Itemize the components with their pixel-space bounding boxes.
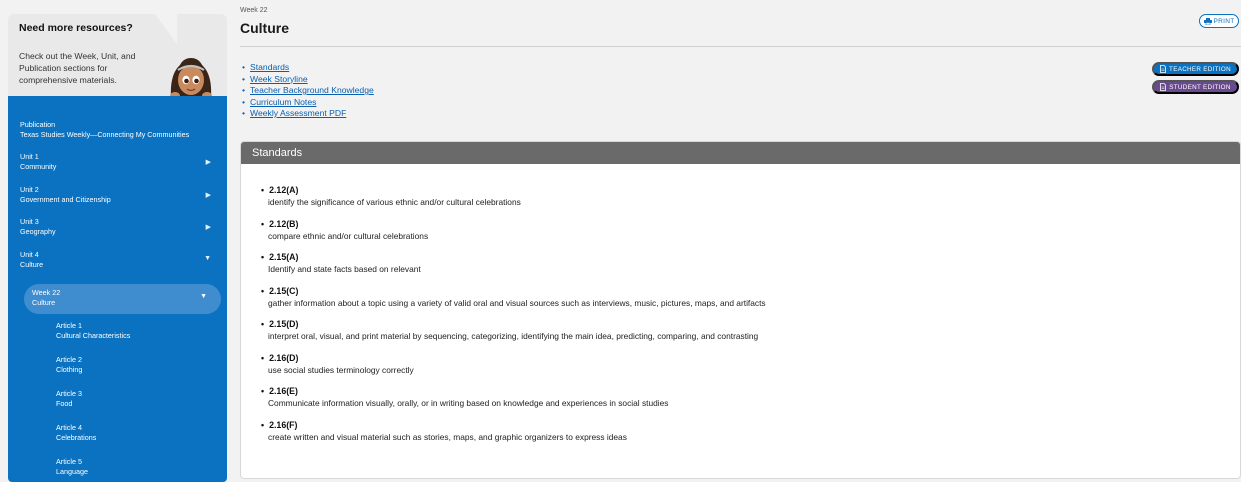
nav-article-label: Article 2 (56, 355, 82, 364)
main-content: Week 22 Culture PRINT Standards Week Sto… (240, 0, 1241, 482)
printer-icon (1203, 17, 1212, 25)
nav-unit-label: Unit 2 (20, 184, 39, 194)
document-icon (1160, 65, 1166, 73)
nav-article-name: Celebrations (56, 433, 97, 442)
nav-publication-label: Publication (20, 120, 56, 129)
standard-description: Identify and state facts based on releva… (268, 264, 421, 274)
nav-article-label: Article 5 (56, 457, 82, 466)
nav-unit-name: Community (20, 162, 57, 171)
teacher-edition-button[interactable]: TEACHER EDITION (1152, 62, 1239, 76)
nav-unit-label: Unit 1 (20, 152, 39, 161)
nav-unit-label: Unit 4 (20, 249, 39, 259)
standard-code: 2.12(A) (261, 185, 1240, 195)
course-navigation: Publication Texas Studies Weekly—Connect… (8, 96, 227, 482)
standard-description: use social studies terminology correctly (268, 364, 414, 375)
standard-description: compare ethnic and/or cultural celebrati… (268, 230, 429, 241)
standard-item: 2.12(B) compare ethnic and/or cultural c… (261, 219, 1240, 253)
nav-unit-name: Geography (20, 227, 56, 236)
resources-callout-title: Need more resources? (19, 22, 133, 34)
standard-description: gather information about a topic using a… (268, 297, 766, 308)
standards-panel-header: Standards (241, 142, 1240, 164)
section-link-item: Week Storyline (242, 74, 374, 86)
standard-item: 2.15(C) gather information about a topic… (261, 286, 1240, 320)
section-link-item: Teacher Background Knowledge (242, 85, 374, 97)
nav-article-1[interactable]: Article 1 Cultural Characteristics (56, 321, 227, 355)
nav-article-3[interactable]: Article 3 Food (56, 389, 227, 423)
nav-article-list: Article 1 Cultural Characteristics Artic… (8, 314, 227, 482)
nav-unit-label: Unit 3 (20, 217, 39, 226)
standard-item: 2.15(A) Identify and state facts based o… (261, 252, 1240, 286)
page-title: Culture (240, 20, 289, 36)
section-link-item: Standards (242, 62, 374, 74)
standard-description: Communicate information visually, orally… (268, 398, 669, 408)
nav-unit-name: Culture (20, 259, 44, 269)
link-teacher-background[interactable]: Teacher Background Knowledge (250, 85, 374, 95)
standard-code: 2.16(F) (261, 420, 1240, 430)
nav-article-2[interactable]: Article 2 Clothing (56, 355, 227, 389)
chevron-right-icon[interactable]: ▶ (206, 158, 211, 168)
nav-article-name: Food (56, 399, 73, 408)
chevron-down-icon[interactable]: ▼ (200, 292, 207, 302)
student-edition-label: STUDENT EDITION (1169, 83, 1231, 91)
student-edition-button[interactable]: STUDENT EDITION (1152, 80, 1239, 94)
standard-description: interpret oral, visual, and print materi… (268, 331, 759, 341)
nav-unit-1[interactable]: Unit 1 Community ▶ (8, 152, 227, 185)
nav-article-4[interactable]: Article 4 Celebrations (56, 423, 227, 457)
standard-item: 2.12(A) identify the significance of var… (261, 185, 1240, 219)
nav-article-label: Article 4 (56, 423, 82, 432)
chevron-down-icon[interactable]: ▼ (204, 254, 211, 264)
link-weekly-assessment[interactable]: Weekly Assessment PDF (250, 108, 346, 118)
standard-item: 2.16(F) create written and visual materi… (261, 420, 1240, 454)
link-curriculum-notes[interactable]: Curriculum Notes (250, 97, 316, 107)
chevron-right-icon[interactable]: ▶ (206, 223, 211, 233)
standards-list: 2.12(A) identify the significance of var… (241, 164, 1240, 453)
page: Need more resources? Check out the Week,… (0, 0, 1241, 482)
document-icon (1160, 83, 1167, 91)
nav-unit-4[interactable]: Unit 4 Culture ▼ (8, 250, 227, 283)
nav-unit-2[interactable]: Unit 2 Government and Citizenship ▶ (8, 185, 227, 218)
nav-week-label: Week 22 (32, 288, 61, 297)
standard-code: 2.12(B) (261, 219, 1240, 229)
nav-article-5[interactable]: Article 5 Language (56, 457, 227, 482)
standard-code: 2.15(A) (261, 252, 1240, 262)
standard-code: 2.15(C) (261, 286, 1240, 296)
print-button-label: PRINT (1213, 17, 1235, 25)
standard-item: 2.16(E) Communicate information visually… (261, 386, 1240, 420)
nav-article-label: Article 1 (56, 321, 82, 330)
standard-description: create written and visual material such … (268, 431, 627, 442)
section-link-item: Curriculum Notes (242, 97, 374, 109)
sidebar: Need more resources? Check out the Week,… (8, 14, 227, 482)
standard-description: identify the significance of various eth… (268, 197, 521, 207)
standard-code: 2.15(D) (261, 319, 1240, 329)
print-button[interactable]: PRINT (1199, 14, 1239, 28)
nav-publication[interactable]: Publication Texas Studies Weekly—Connect… (8, 106, 227, 152)
nav-article-name: Language (56, 467, 88, 476)
resources-callout-text: Check out the Week, Unit, and Publicatio… (19, 51, 136, 85)
section-links: Standards Week Storyline Teacher Backgro… (242, 62, 374, 120)
standard-code: 2.16(D) (261, 353, 1240, 363)
nav-article-label: Article 3 (56, 389, 82, 398)
nav-article-name: Cultural Characteristics (56, 331, 131, 340)
nav-publication-name: Texas Studies Weekly—Connecting My Commu… (20, 130, 190, 139)
nav-week-name: Culture (32, 298, 56, 307)
standard-item: 2.15(D) interpret oral, visual, and prin… (261, 319, 1240, 353)
link-week-storyline[interactable]: Week Storyline (250, 74, 308, 84)
nav-week-22-active[interactable]: Week 22 Culture ▼ (24, 284, 221, 314)
standard-code: 2.16(E) (261, 386, 1240, 396)
standards-panel: Standards 2.12(A) identify the significa… (240, 141, 1241, 479)
mascot-illustration (170, 58, 212, 100)
nav-unit-name: Government and Citizenship (20, 194, 111, 204)
nav-unit-3[interactable]: Unit 3 Geography ▶ (8, 217, 227, 250)
chevron-right-icon[interactable]: ▶ (206, 191, 211, 201)
section-link-item: Weekly Assessment PDF (242, 108, 374, 120)
standard-item: 2.16(D) use social studies terminology c… (261, 353, 1240, 387)
week-eyebrow: Week 22 (240, 7, 268, 14)
header-divider (240, 46, 1241, 47)
nav-article-name: Clothing (56, 365, 83, 374)
teacher-edition-label: TEACHER EDITION (1169, 65, 1231, 73)
resources-callout: Need more resources? Check out the Week,… (8, 14, 227, 100)
link-standards[interactable]: Standards (250, 62, 289, 72)
